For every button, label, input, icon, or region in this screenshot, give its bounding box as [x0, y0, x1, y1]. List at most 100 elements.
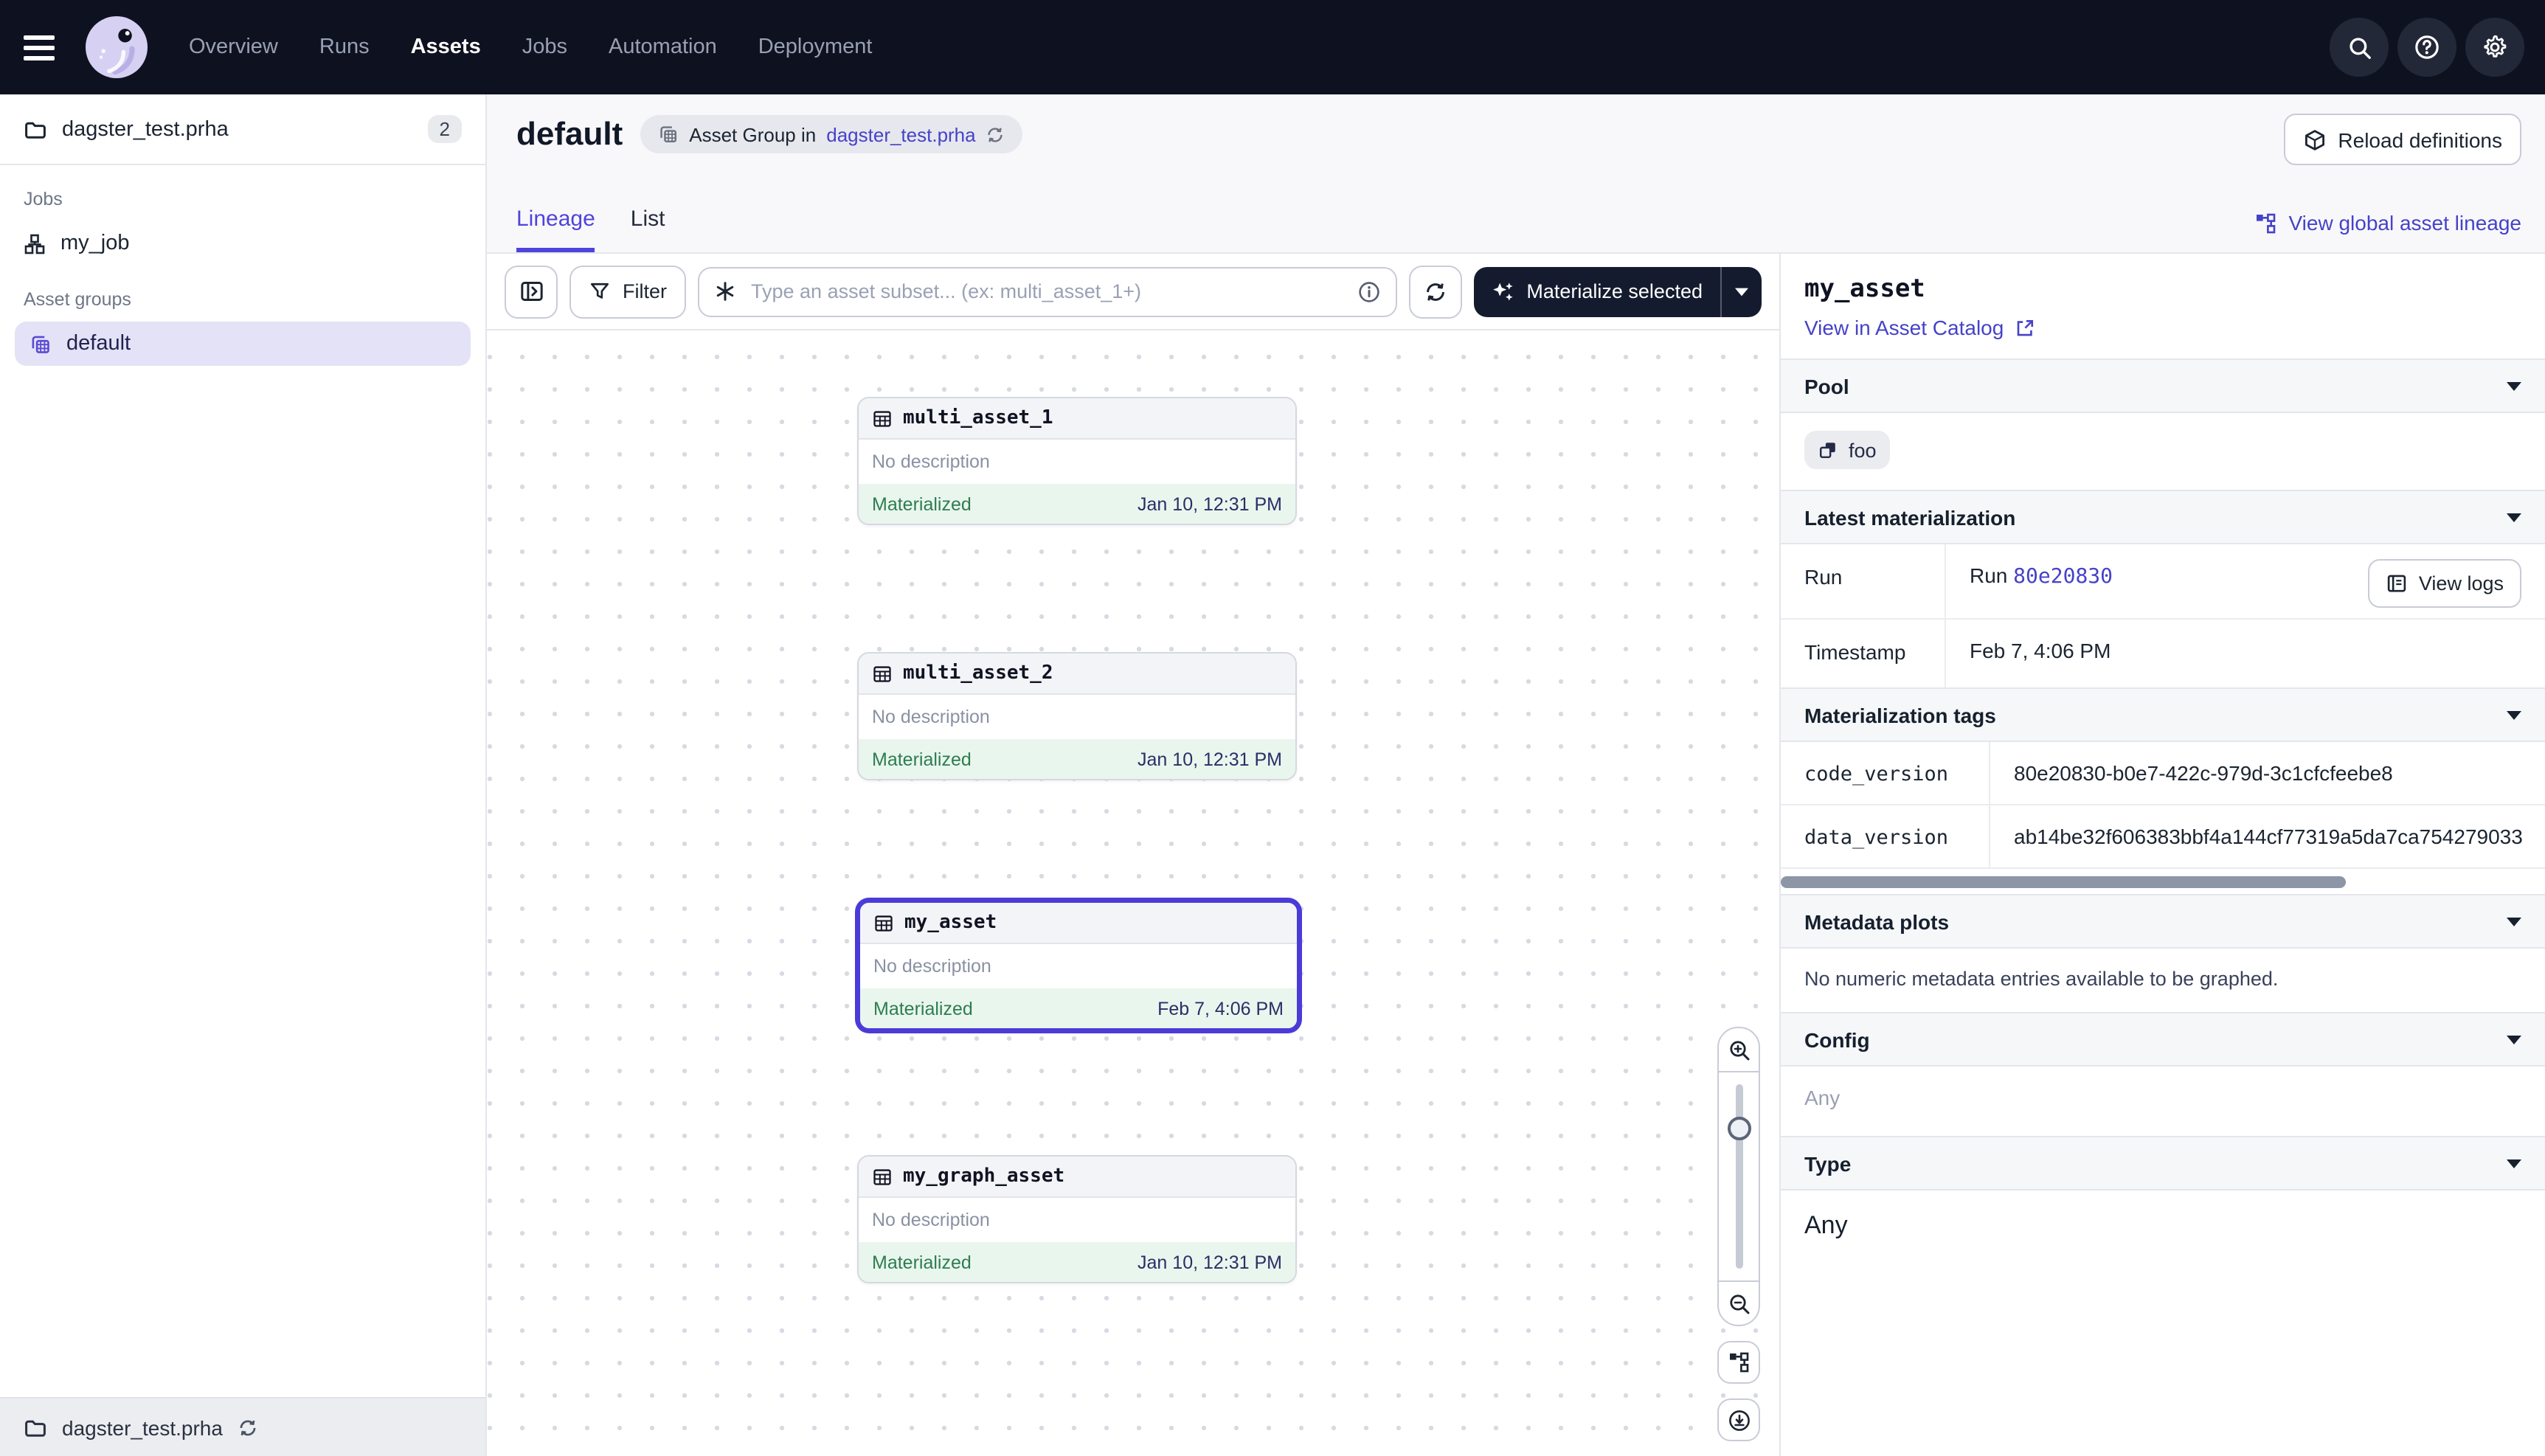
asset-selection-icon	[718, 283, 733, 300]
asset-description: No description	[873, 956, 991, 977]
relayout-graph-button[interactable]	[1717, 1341, 1760, 1384]
collapse-caret-icon[interactable]	[2507, 917, 2521, 926]
section-label: Type	[1804, 1151, 1851, 1175]
folder-icon	[27, 1421, 45, 1435]
table-icon	[876, 916, 892, 930]
zoom-in-button[interactable]	[1719, 1028, 1759, 1072]
collapse-caret-icon[interactable]	[2507, 1159, 2521, 1168]
view-logs-button[interactable]: View logs	[2369, 559, 2521, 608]
asset-status: Materialized	[872, 749, 972, 769]
refresh-icon[interactable]	[989, 128, 1002, 142]
run-id-link[interactable]: 80e20830	[2013, 565, 2113, 589]
sidebar: dagster_test.prha 2 Jobs my_job Asset gr…	[0, 94, 487, 1456]
asset-node-my-asset[interactable]: my_asset No description MaterializedFeb …	[857, 900, 1300, 1031]
section-header-materialization-tags[interactable]: Materialization tags	[1781, 687, 2545, 742]
section-header-type[interactable]: Type	[1781, 1136, 2545, 1190]
sidebar-repo-row[interactable]: dagster_test.prha 2	[0, 94, 485, 165]
section-header-metadata-plots[interactable]: Metadata plots	[1781, 894, 2545, 949]
dagster-logo[interactable]	[86, 16, 148, 78]
info-icon[interactable]	[1360, 282, 1378, 301]
download-image-button[interactable]	[1717, 1398, 1760, 1441]
filter-funnel-icon	[592, 284, 607, 297]
table-icon	[875, 412, 890, 426]
asset-status: Materialized	[873, 998, 973, 1019]
view-global-asset-lineage-link[interactable]: View global asset lineage	[2255, 211, 2522, 235]
materialize-selected-button[interactable]: Materialize selected	[1473, 266, 1762, 316]
collapse-caret-icon[interactable]	[2507, 1035, 2521, 1044]
scrollbar-thumb[interactable]	[1781, 876, 2347, 888]
asset-group-icon	[662, 128, 676, 142]
zoom-slider[interactable]	[1719, 1072, 1759, 1280]
asset-timestamp: Jan 10, 12:31 PM	[1138, 493, 1282, 514]
asset-node-my-graph-asset[interactable]: my_graph_asset No description Materializ…	[857, 1155, 1297, 1283]
materialize-dropdown-button[interactable]	[1720, 266, 1762, 316]
config-value: Any	[1781, 1067, 2545, 1136]
asset-group-badge: Asset Group in dagster_test.prha	[640, 115, 1022, 153]
refresh-graph-button[interactable]	[1408, 265, 1461, 318]
asset-subset-input[interactable]	[748, 279, 1345, 304]
view-in-asset-catalog-link[interactable]: View in Asset Catalog	[1804, 316, 2521, 339]
nav-item-deployment[interactable]: Deployment	[758, 35, 873, 59]
badge-repo-link[interactable]: dagster_test.prha	[826, 123, 975, 145]
asset-timestamp: Feb 7, 4:06 PM	[1157, 998, 1284, 1019]
materialize-sparkle-icon	[1493, 282, 1512, 299]
jobs-section-label: Jobs	[0, 189, 485, 209]
asset-name: multi_asset_1	[903, 407, 1053, 429]
zoom-slider-handle[interactable]	[1727, 1117, 1751, 1140]
collapse-caret-icon[interactable]	[2507, 710, 2521, 719]
search-icon	[2350, 38, 2369, 57]
asset-groups-section-label: Asset groups	[0, 289, 485, 310]
run-value: Run 80e20830 View logs	[1946, 544, 2545, 618]
zoom-out-button[interactable]	[1719, 1280, 1759, 1325]
asset-status: Materialized	[872, 493, 972, 514]
asset-status: Materialized	[872, 1252, 972, 1272]
asset-node-multi-asset-2[interactable]: multi_asset_2 No description Materialize…	[857, 652, 1297, 780]
nav-item-overview[interactable]: Overview	[189, 35, 278, 59]
nav-item-jobs[interactable]: Jobs	[522, 35, 567, 59]
section-header-config[interactable]: Config	[1781, 1012, 2545, 1067]
badge-prefix: Asset Group in	[689, 123, 816, 145]
asset-group-icon	[33, 336, 49, 352]
collapse-caret-icon[interactable]	[2507, 513, 2521, 521]
run-label: Run	[1781, 544, 1946, 618]
tag-value: ab14be32f606383bbf4a144cf77319a5da7ca754…	[1990, 805, 2545, 867]
tag-key: data_version	[1781, 805, 1990, 867]
graph-layout-icon	[1730, 1353, 1748, 1371]
tab-list[interactable]: List	[631, 207, 665, 252]
toggle-sidebar-panel-button[interactable]	[505, 265, 558, 318]
nav-item-runs[interactable]: Runs	[319, 35, 370, 59]
group-name: default	[66, 332, 131, 356]
asset-description: No description	[872, 707, 990, 727]
section-header-latest-materialization[interactable]: Latest materialization	[1781, 490, 2545, 544]
sidebar-item-my-job[interactable]: my_job	[0, 221, 485, 266]
zoom-slider-track[interactable]	[1735, 1084, 1742, 1269]
nav-item-automation[interactable]: Automation	[609, 35, 717, 59]
search-button[interactable]	[2330, 18, 2389, 77]
asset-timestamp: Jan 10, 12:31 PM	[1138, 749, 1282, 769]
repo-name: dagster_test.prha	[62, 117, 229, 141]
panel-asset-title: my_asset	[1804, 274, 2521, 304]
tag-value: 80e20830-b0e7-422c-979d-3c1cfcfeebe8	[1990, 742, 2545, 804]
asset-timestamp: Jan 10, 12:31 PM	[1138, 1252, 1282, 1272]
section-header-pool[interactable]: Pool	[1781, 358, 2545, 413]
settings-button[interactable]	[2465, 18, 2524, 77]
reload-definitions-button[interactable]: Reload definitions	[2283, 114, 2521, 165]
hamburger-menu-icon[interactable]	[24, 25, 68, 69]
pool-tag-foo[interactable]: foo	[1804, 431, 1890, 469]
help-icon	[2417, 37, 2437, 58]
timestamp-value: Feb 7, 4:06 PM	[1946, 620, 2545, 687]
latest-materialization-table: Run Run 80e20830 View logs Timestamp	[1781, 544, 2545, 687]
help-button[interactable]	[2397, 18, 2456, 77]
collapse-caret-icon[interactable]	[2507, 381, 2521, 390]
refresh-icon	[1427, 283, 1443, 300]
filter-button[interactable]: Filter	[569, 265, 686, 318]
table-icon	[875, 1170, 890, 1184]
sidebar-item-default-group[interactable]: default	[15, 322, 471, 366]
primary-nav: Overview Runs Assets Jobs Automation Dep…	[189, 35, 872, 59]
nav-item-assets[interactable]: Assets	[411, 35, 481, 59]
section-label: Pool	[1804, 374, 1849, 398]
asset-node-multi-asset-1[interactable]: multi_asset_1 No description Materialize…	[857, 397, 1297, 525]
refresh-icon[interactable]	[241, 1420, 254, 1435]
tab-lineage[interactable]: Lineage	[516, 207, 595, 252]
lineage-canvas[interactable]: multi_asset_1 No description Materialize…	[487, 330, 1779, 1456]
